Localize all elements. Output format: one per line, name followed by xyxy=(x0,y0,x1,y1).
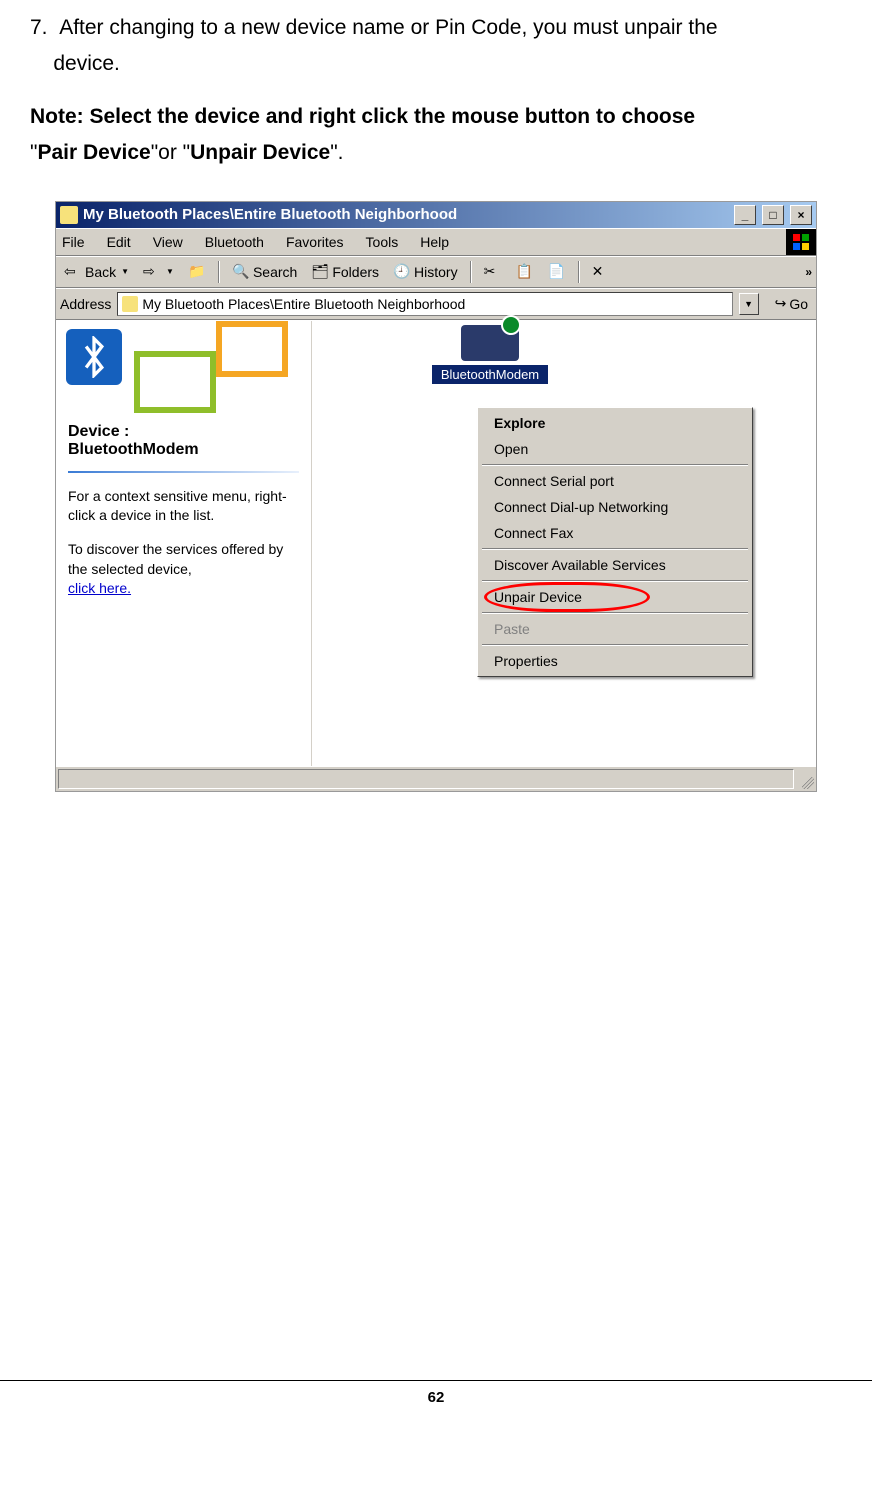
help-text: For a context sensitive menu, right-clic… xyxy=(56,487,311,599)
address-icon xyxy=(122,296,138,312)
banner-graphic xyxy=(56,321,311,417)
ctx-connect-fax[interactable]: Connect Fax xyxy=(480,520,750,546)
forward-icon: ⇨ xyxy=(143,263,161,281)
click-here-link[interactable]: click here. xyxy=(68,580,131,596)
go-button[interactable]: ↪ Go xyxy=(771,295,812,312)
menu-edit[interactable]: Edit xyxy=(107,234,131,250)
paste-icon: 📄 xyxy=(548,263,566,281)
ctx-paste: Paste xyxy=(480,616,750,642)
toolbar-more[interactable]: » xyxy=(805,265,812,279)
paste-button[interactable]: 📄 xyxy=(544,261,570,283)
titlebar: My Bluetooth Places\Entire Bluetooth Nei… xyxy=(56,202,816,228)
search-icon: 🔍 xyxy=(232,263,250,281)
address-bar: Address My Bluetooth Places\Entire Bluet… xyxy=(56,288,816,320)
menu-favorites[interactable]: Favorites xyxy=(286,234,344,250)
copy-icon: 📋 xyxy=(516,263,534,281)
ctx-open[interactable]: Open xyxy=(480,436,750,462)
menu-file[interactable]: File xyxy=(62,234,85,250)
menu-tools[interactable]: Tools xyxy=(366,234,399,250)
menu-divider xyxy=(482,612,748,614)
ctx-properties[interactable]: Properties xyxy=(480,648,750,674)
ctx-connect-serial[interactable]: Connect Serial port xyxy=(480,468,750,494)
statusbar xyxy=(56,766,816,791)
forward-button[interactable]: ⇨ ▼ xyxy=(139,261,178,283)
folders-button[interactable]: 🗂 Folders xyxy=(307,261,383,283)
context-menu: Explore Open Connect Serial port Connect… xyxy=(477,407,753,677)
go-icon: ↪ xyxy=(775,295,787,312)
address-label: Address xyxy=(60,296,111,312)
windows-flag-icon xyxy=(786,229,816,255)
menu-bluetooth[interactable]: Bluetooth xyxy=(205,234,264,250)
window-title: My Bluetooth Places\Entire Bluetooth Nei… xyxy=(83,206,728,223)
device-item-label: BluetoothModem xyxy=(432,365,548,385)
address-dropdown[interactable]: ▼ xyxy=(739,293,759,315)
app-icon xyxy=(60,206,78,224)
bluetooth-icon xyxy=(66,329,122,385)
divider xyxy=(68,471,299,473)
content-area: Device : BluetoothModem For a context se… xyxy=(56,320,816,766)
device-name: BluetoothModem xyxy=(56,441,311,469)
back-icon: ⇦ xyxy=(64,263,82,281)
separator xyxy=(578,261,580,283)
menu-divider xyxy=(482,580,748,582)
minimize-button[interactable]: _ xyxy=(734,205,756,225)
device-label: Device : xyxy=(56,417,311,441)
back-button[interactable]: ⇦ Back ▼ xyxy=(60,261,133,283)
note-text: Note: Select the device and right click … xyxy=(30,99,842,170)
menubar: File Edit View Bluetooth Favorites Tools… xyxy=(56,228,816,256)
menu-divider xyxy=(482,464,748,466)
right-pane: BluetoothModem Explore Open Connect Seri… xyxy=(312,321,816,766)
search-button[interactable]: 🔍 Search xyxy=(228,261,301,283)
menu-help[interactable]: Help xyxy=(420,234,449,250)
address-value: My Bluetooth Places\Entire Bluetooth Nei… xyxy=(142,296,465,312)
screenshot-window: My Bluetooth Places\Entire Bluetooth Nei… xyxy=(55,201,817,792)
device-item[interactable]: BluetoothModem xyxy=(432,325,548,385)
modem-icon xyxy=(461,325,519,361)
copy-button[interactable]: 📋 xyxy=(512,261,538,283)
cut-icon: ✂ xyxy=(484,263,502,281)
history-icon: 🕘 xyxy=(393,263,411,281)
chevron-down-icon: ▼ xyxy=(166,267,174,276)
delete-button[interactable]: ✕ xyxy=(588,261,614,283)
page-footer: 62 xyxy=(0,1380,872,1406)
toolbar: ⇦ Back ▼ ⇨ ▼ 📁 🔍 Search 🗂 Folders 🕘 xyxy=(56,256,816,288)
menu-view[interactable]: View xyxy=(153,234,183,250)
cut-button[interactable]: ✂ xyxy=(480,261,506,283)
address-input[interactable]: My Bluetooth Places\Entire Bluetooth Nei… xyxy=(117,292,732,316)
left-pane: Device : BluetoothModem For a context se… xyxy=(56,321,312,766)
delete-icon: ✕ xyxy=(592,263,610,281)
folders-icon: 🗂 xyxy=(311,263,329,281)
resize-grip-icon[interactable] xyxy=(796,767,816,791)
ctx-explore[interactable]: Explore xyxy=(480,410,750,436)
maximize-button[interactable]: □ xyxy=(762,205,784,225)
ctx-connect-dialup[interactable]: Connect Dial-up Networking xyxy=(480,494,750,520)
up-button[interactable]: 📁 xyxy=(184,261,210,283)
ctx-unpair[interactable]: Unpair Device xyxy=(480,584,750,610)
instruction-number: 7. xyxy=(30,16,48,39)
menu-divider xyxy=(482,548,748,550)
separator xyxy=(218,261,220,283)
ctx-discover[interactable]: Discover Available Services xyxy=(480,552,750,578)
history-button[interactable]: 🕘 History xyxy=(389,261,462,283)
up-folder-icon: 📁 xyxy=(188,263,206,281)
instruction-text: 7. After changing to a new device name o… xyxy=(30,10,842,81)
close-button[interactable]: × xyxy=(790,205,812,225)
chevron-down-icon: ▼ xyxy=(121,267,129,276)
page-number: 62 xyxy=(428,1389,445,1406)
separator xyxy=(470,261,472,283)
menu-divider xyxy=(482,644,748,646)
